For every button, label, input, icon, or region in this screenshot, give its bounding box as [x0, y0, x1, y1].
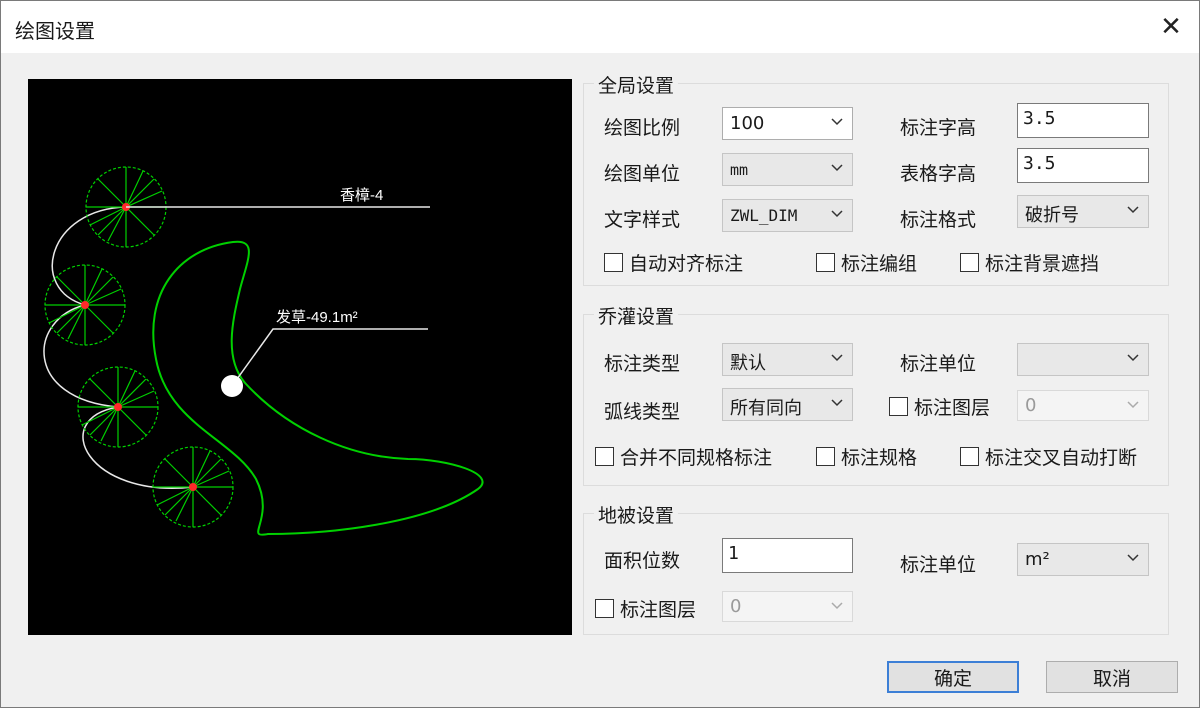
tree-marker	[81, 301, 89, 309]
unit-value: mm	[730, 161, 749, 179]
chevron-down-icon	[831, 210, 843, 218]
ground-layer-label: 标注图层	[620, 599, 697, 621]
checkbox-box	[595, 447, 614, 466]
shrub-settings-title: 乔灌设置	[594, 302, 679, 329]
ground-unit-value: m²	[1025, 549, 1050, 570]
shrub-unit-label: 标注单位	[900, 353, 977, 375]
ground-label: 发草-49.1m²	[276, 309, 358, 326]
chevron-down-icon	[1127, 206, 1139, 214]
drawing-settings-dialog: 绘图设置 ✕ 香樟-4 发草-49.1m² 全局设置 绘图比例 100 标注字高…	[0, 0, 1200, 708]
table-height-label: 表格字高	[900, 163, 977, 185]
group-label: 标注编组	[841, 253, 918, 275]
anno-type-value: 默认	[730, 353, 766, 374]
preview-canvas: 香樟-4 发草-49.1m²	[28, 79, 572, 635]
tree-marker	[114, 403, 122, 411]
chevron-down-icon	[831, 164, 843, 172]
arc-type-value: 所有同向	[730, 398, 802, 419]
checkbox-box	[604, 253, 623, 272]
preview-drawing: 香樟-4 发草-49.1m²	[43, 166, 484, 536]
window-title: 绘图设置	[15, 19, 95, 43]
auto-align-checkbox[interactable]: 自动对齐标注	[604, 249, 743, 276]
ground-layer-value: 0	[730, 596, 742, 617]
anno-type-select[interactable]: 默认	[722, 343, 853, 376]
group-checkbox[interactable]: 标注编组	[816, 249, 917, 276]
shrub-layer-label: 标注图层	[914, 397, 991, 419]
chevron-down-icon	[831, 354, 843, 362]
ground-layer-select: 0	[722, 591, 853, 622]
bg-mask-label: 标注背景遮挡	[985, 253, 1100, 275]
anno-height-label: 标注字高	[900, 117, 977, 139]
text-style-label: 文字样式	[604, 209, 681, 231]
scale-value: 100	[730, 113, 765, 134]
anno-spec-checkbox[interactable]: 标注规格	[816, 443, 917, 470]
tree-label: 香樟-4	[340, 186, 383, 204]
chevron-down-icon	[831, 602, 843, 610]
anno-height-input[interactable]: 3.5	[1017, 103, 1149, 138]
chevron-down-icon	[1127, 554, 1139, 562]
anno-spec-label: 标注规格	[841, 447, 918, 469]
leader-line	[231, 328, 428, 387]
scale-select[interactable]: 100	[722, 107, 853, 140]
unit-select[interactable]: mm	[722, 153, 853, 186]
anno-format-value: 破折号	[1025, 205, 1079, 226]
tree-marker	[189, 483, 197, 491]
arc-type-select[interactable]: 所有同向	[722, 388, 853, 421]
chevron-down-icon	[1127, 354, 1139, 362]
shrub-layer-checkbox[interactable]: 标注图层	[889, 393, 990, 420]
shrub-layer-select: 0	[1017, 390, 1149, 421]
chevron-down-icon	[831, 118, 843, 126]
ground-settings-title: 地被设置	[594, 501, 679, 528]
unit-label: 绘图单位	[604, 163, 681, 185]
bg-mask-checkbox[interactable]: 标注背景遮挡	[960, 249, 1099, 276]
anno-format-select[interactable]: 破折号	[1017, 195, 1149, 228]
arc-type-label: 弧线类型	[604, 401, 681, 423]
area-digits-input[interactable]: 1	[722, 538, 853, 573]
checkbox-box	[816, 447, 835, 466]
cross-break-label: 标注交叉自动打断	[985, 447, 1138, 469]
anno-type-label: 标注类型	[604, 353, 681, 375]
scale-label: 绘图比例	[604, 117, 681, 139]
text-style-value: ZWL_DIM	[730, 206, 798, 225]
ground-cover-outline	[152, 240, 484, 536]
title-bar: 绘图设置 ✕	[1, 1, 1199, 53]
checkbox-box	[960, 253, 979, 272]
merge-spec-label: 合并不同规格标注	[620, 447, 773, 469]
close-icon[interactable]: ✕	[1151, 7, 1191, 47]
shrub-layer-value: 0	[1025, 395, 1037, 416]
auto-align-label: 自动对齐标注	[629, 253, 744, 275]
table-height-input[interactable]: 3.5	[1017, 148, 1149, 183]
chevron-down-icon	[831, 399, 843, 407]
checkbox-box	[816, 253, 835, 272]
anno-format-label: 标注格式	[900, 209, 977, 231]
merge-spec-checkbox[interactable]: 合并不同规格标注	[595, 443, 772, 470]
area-digits-label: 面积位数	[604, 550, 681, 572]
ground-unit-label: 标注单位	[900, 554, 977, 576]
ok-button[interactable]: 确定	[887, 661, 1019, 693]
checkbox-box	[595, 599, 614, 618]
shrub-unit-select[interactable]	[1017, 343, 1149, 376]
cancel-button[interactable]: 取消	[1046, 661, 1178, 693]
global-settings-title: 全局设置	[594, 71, 679, 98]
text-style-select[interactable]: ZWL_DIM	[722, 199, 853, 232]
checkbox-box	[889, 397, 908, 416]
ground-unit-select[interactable]: m²	[1017, 543, 1149, 576]
ground-layer-checkbox[interactable]: 标注图层	[595, 595, 696, 622]
chevron-down-icon	[1127, 401, 1139, 409]
ground-cover-marker	[221, 375, 243, 397]
checkbox-box	[960, 447, 979, 466]
cross-break-checkbox[interactable]: 标注交叉自动打断	[960, 443, 1137, 470]
